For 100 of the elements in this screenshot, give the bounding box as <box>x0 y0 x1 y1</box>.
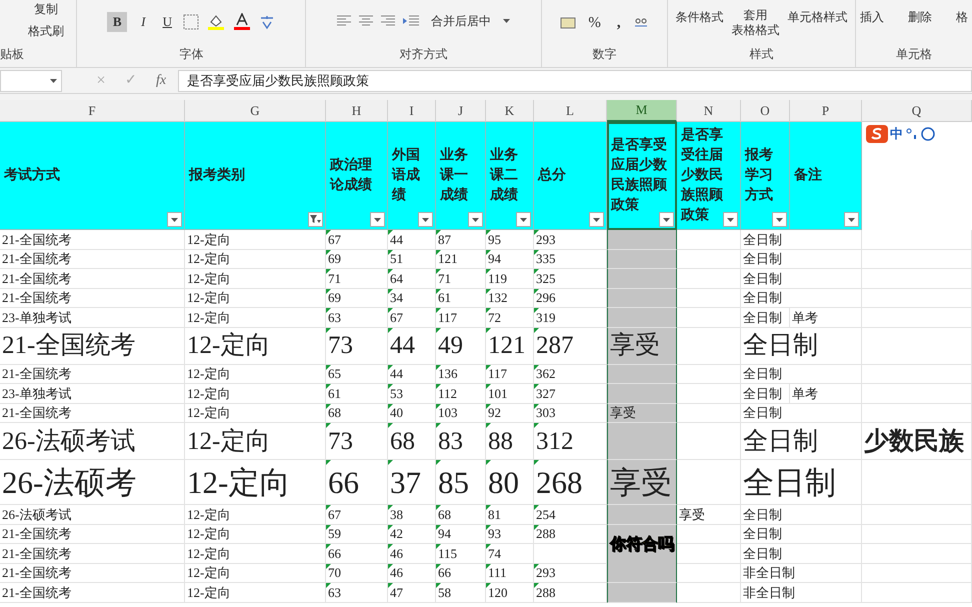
cell-styles-button[interactable]: 单元格样式 <box>784 8 852 26</box>
cell-text: 121 <box>438 252 458 266</box>
cell-text: 319 <box>536 310 556 324</box>
cell-text: 21-全国统考 <box>2 252 72 266</box>
delete-button[interactable]: 删除 <box>904 8 936 26</box>
error-indicator-icon <box>486 364 491 370</box>
error-indicator-icon <box>486 564 491 568</box>
error-indicator-icon <box>436 384 441 389</box>
column-header[interactable]: M <box>607 100 677 122</box>
emoji-icon[interactable] <box>921 126 935 141</box>
ribbon-group-label: 字体 <box>179 46 204 63</box>
cell-text: 享受 <box>610 466 672 498</box>
cell-text: 少数民族 <box>864 428 964 454</box>
copy-button[interactable]: 复制 <box>16 0 76 18</box>
error-indicator-icon <box>486 269 491 274</box>
filter-button[interactable] <box>516 212 531 227</box>
filter-button[interactable] <box>772 212 787 227</box>
merge-center-button[interactable]: 合并后居中 <box>427 12 496 30</box>
filter-applied-button[interactable] <box>308 212 323 227</box>
cell-text: 12-定向 <box>187 527 230 540</box>
cell-text: 63 <box>328 310 341 324</box>
align-right-icon[interactable] <box>381 15 396 27</box>
format-button[interactable]: 格 <box>952 8 972 26</box>
error-indicator-icon <box>436 364 441 370</box>
error-indicator-icon <box>326 564 331 568</box>
underline-button[interactable]: U <box>159 12 176 32</box>
error-indicator-icon <box>436 564 441 568</box>
formula-input[interactable]: 是否享受应届少数民族照顾政策 <box>178 70 972 92</box>
filter-button[interactable] <box>723 212 738 227</box>
error-indicator-icon <box>486 544 491 549</box>
filter-button[interactable] <box>844 212 859 227</box>
bold-button[interactable]: B <box>107 12 128 32</box>
currency-icon[interactable] <box>560 16 576 30</box>
filter-button[interactable] <box>370 212 385 227</box>
header-cell: 总分 <box>534 122 607 230</box>
error-indicator-icon <box>436 250 441 254</box>
header-cell: 是否享受应届少数民族照顾政策 <box>607 122 677 230</box>
percent-button[interactable]: % <box>584 12 605 34</box>
error-indicator-icon <box>436 328 441 332</box>
cell-text: 83 <box>438 428 463 454</box>
cell-text: 单考 <box>792 386 818 400</box>
cell-text: 296 <box>536 291 556 304</box>
cell-text: 81 <box>488 508 501 521</box>
cell-text: 69 <box>328 252 341 266</box>
align-center-icon[interactable] <box>359 15 374 27</box>
cell-text: 享受 <box>679 508 705 521</box>
filter-button[interactable] <box>659 212 674 227</box>
filter-button[interactable] <box>589 212 604 227</box>
comma-button[interactable]: , <box>612 12 625 34</box>
cell-text: 21-全国统考 <box>2 272 72 285</box>
filter-button[interactable] <box>468 212 483 227</box>
insert-function-button[interactable]: fx <box>148 70 174 91</box>
filter-button[interactable] <box>418 212 433 227</box>
cell-text: 51 <box>390 252 403 266</box>
align-left-icon[interactable] <box>337 15 352 27</box>
error-indicator-icon <box>534 524 539 530</box>
indent-icon[interactable] <box>403 15 420 27</box>
cell-text: 非全日制 <box>743 566 795 580</box>
cell-text: 92 <box>488 406 501 420</box>
punctuation-icon[interactable] <box>905 126 919 141</box>
phonetic-icon[interactable] <box>259 14 276 30</box>
cell-text: 71 <box>438 272 451 285</box>
conditional-formatting-button[interactable]: 条件格式 <box>672 8 728 26</box>
cell-text: 111 <box>488 566 507 580</box>
cell-text: 12-定向 <box>187 310 230 324</box>
cell-text: 61 <box>438 291 451 304</box>
cell-text: 26-法硕考 <box>2 466 136 498</box>
cell-text: 非全日制 <box>743 586 795 599</box>
error-indicator-icon <box>388 328 393 332</box>
cell-text: 全日制 <box>743 310 782 324</box>
error-indicator-icon <box>388 505 393 510</box>
cell-text: 325 <box>536 272 556 285</box>
filter-button[interactable] <box>167 212 182 227</box>
borders-icon[interactable] <box>183 14 200 30</box>
caret-icon <box>422 218 429 222</box>
cell-text: 12-定向 <box>187 367 230 380</box>
cell-text: 63 <box>328 586 341 599</box>
cell-text: 65 <box>328 367 341 380</box>
ime-mode-label[interactable]: 中 <box>890 124 903 144</box>
ribbon-group-label: 数字 <box>592 46 616 63</box>
insert-button[interactable]: 插入 <box>856 8 888 26</box>
cell-text: 12-定向 <box>187 406 230 420</box>
format-painter-button[interactable]: 格式刷 <box>16 22 76 40</box>
error-indicator-icon <box>388 384 393 389</box>
error-indicator-icon <box>436 460 441 465</box>
cell-text: 68 <box>328 406 341 420</box>
cell-text: 21-全国统考 <box>2 232 72 246</box>
cell-text: 全日制 <box>743 367 782 380</box>
header-cell: 外国语成绩 <box>388 122 436 230</box>
cell-text: 享受 <box>610 333 660 358</box>
error-indicator-icon <box>486 524 491 530</box>
cell-text: 53 <box>390 386 403 400</box>
cell-text: 93 <box>488 527 501 540</box>
format-as-table-button[interactable]: 套用 表格格式 <box>732 8 780 38</box>
italic-button[interactable]: I <box>135 12 152 32</box>
cell-text: 80 <box>488 466 519 498</box>
fill-color-icon[interactable] <box>207 13 226 31</box>
font-color-icon[interactable] <box>233 13 252 31</box>
cell-text: 44 <box>390 367 403 380</box>
header-cell: 政治理论成绩 <box>326 122 388 230</box>
